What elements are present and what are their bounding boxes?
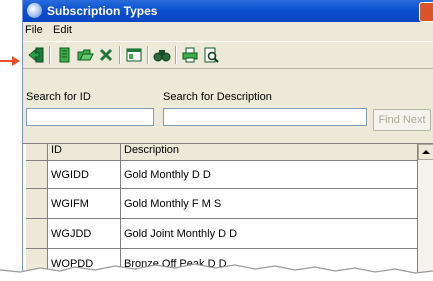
menu-file[interactable]: File: [25, 24, 43, 36]
properties-icon[interactable]: [125, 46, 143, 64]
delete-icon[interactable]: [97, 46, 115, 64]
menu-bar: File Edit: [23, 22, 433, 39]
app-icon: [27, 3, 42, 18]
row-selector[interactable]: [26, 189, 48, 219]
new-icon[interactable]: [55, 46, 73, 64]
toolbar-separator: [175, 46, 176, 64]
table-cell-description[interactable]: Gold Monthly D D: [121, 161, 418, 189]
search-id-label: Search for ID: [26, 91, 91, 103]
subscription-types-window: Subscription Types File Edit Search for …: [22, 0, 433, 272]
toolbar-separator: [49, 46, 50, 64]
toolbar-separator: [147, 46, 148, 64]
close-button[interactable]: [419, 2, 433, 22]
window-title: Subscription Types: [47, 4, 158, 18]
subscription-types-table: ID Description WGIDD Gold Monthly D D WG…: [23, 143, 433, 272]
table-cell-description[interactable]: Gold Monthly F M S: [121, 189, 418, 219]
find-next-button[interactable]: Find Next: [373, 109, 431, 131]
scroll-up-button[interactable]: [418, 144, 433, 160]
column-header-description[interactable]: Description: [121, 144, 418, 161]
vertical-scrollbar-track[interactable]: [418, 160, 433, 272]
table-cell-description[interactable]: Gold Joint Monthly D D: [121, 219, 418, 249]
exit-icon[interactable]: [27, 46, 45, 64]
toolbar: [23, 41, 433, 69]
table-cell-id[interactable]: WGIDD: [48, 161, 121, 189]
table-cell-id[interactable]: WGJDD: [48, 219, 121, 249]
menu-edit[interactable]: Edit: [53, 24, 72, 36]
row-selector[interactable]: [26, 161, 48, 189]
row-selector[interactable]: [26, 219, 48, 249]
title-bar[interactable]: Subscription Types: [23, 0, 433, 22]
toolbar-separator: [119, 46, 120, 64]
search-description-input[interactable]: [163, 108, 367, 126]
open-icon[interactable]: [76, 46, 94, 64]
search-description-label: Search for Description: [163, 91, 272, 103]
torn-edge: [0, 263, 433, 281]
triangle-up-icon: [422, 150, 430, 154]
print-icon[interactable]: [181, 46, 199, 64]
search-id-input[interactable]: [26, 108, 154, 126]
corner-header: [26, 144, 48, 161]
table-cell-id[interactable]: WGIFM: [48, 189, 121, 219]
pointer-arrow-icon: [0, 56, 20, 66]
column-header-id[interactable]: ID: [48, 144, 121, 161]
print-preview-icon[interactable]: [202, 46, 220, 64]
find-icon[interactable]: [153, 46, 171, 64]
